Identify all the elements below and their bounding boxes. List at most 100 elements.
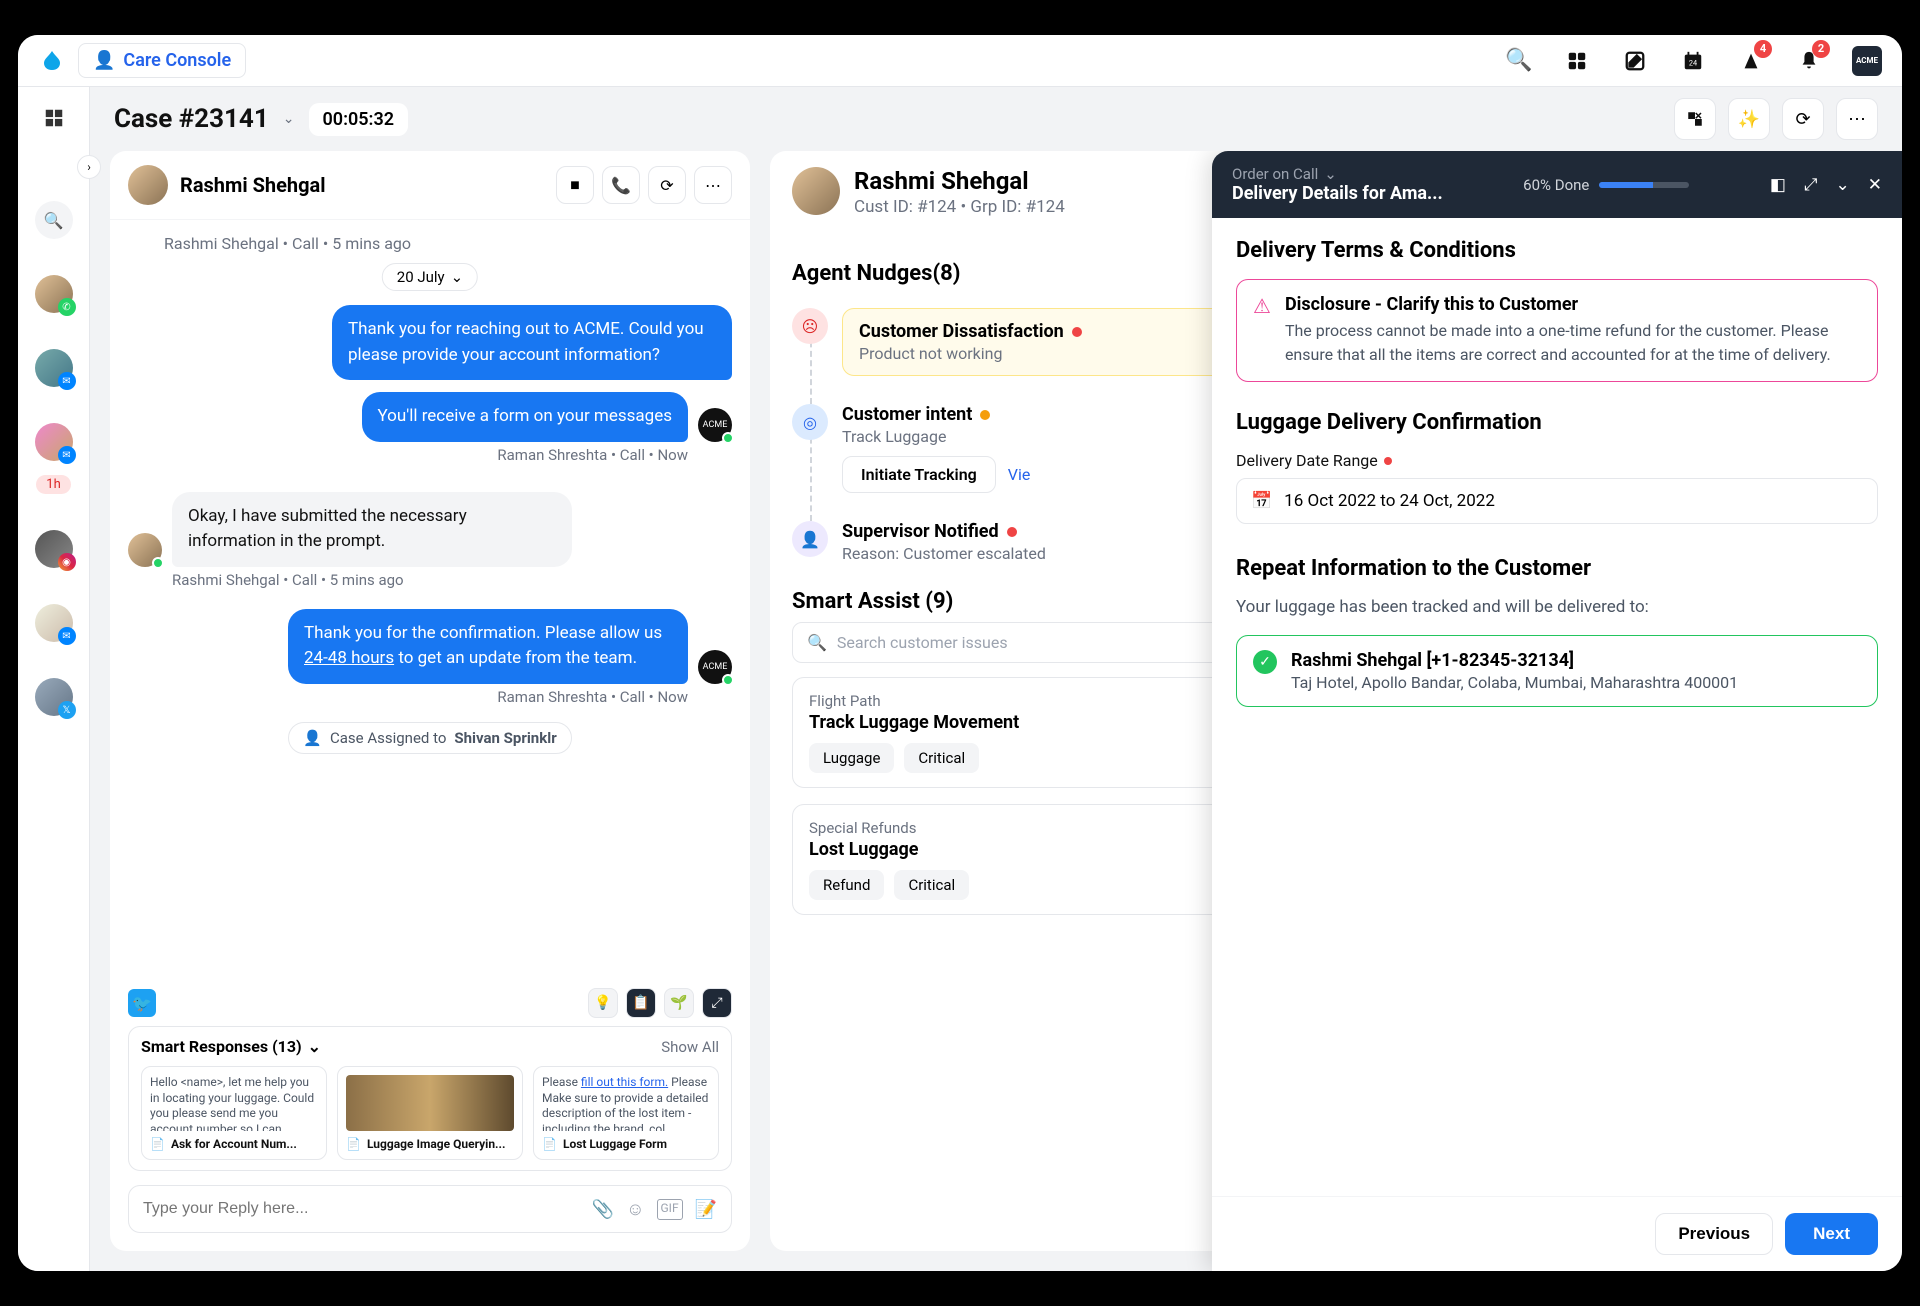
previous-button[interactable]: Previous bbox=[1655, 1213, 1773, 1255]
intent-icon: ◎ bbox=[792, 404, 828, 440]
sidebar-toggle-icon[interactable]: ◧ bbox=[1770, 175, 1786, 195]
chat-contact-5[interactable]: ✉ bbox=[35, 604, 73, 642]
search-icon: 🔍 bbox=[807, 633, 827, 652]
field-label: Delivery Date Range bbox=[1236, 451, 1378, 470]
search-icon[interactable]: 🔍 bbox=[1504, 46, 1534, 76]
customer-avatar bbox=[792, 167, 840, 215]
reply-input[interactable] bbox=[143, 1200, 592, 1218]
customer-name: Rashmi Shehgal bbox=[180, 173, 326, 197]
case-header: Case #23141 ⌄ 00:05:32 ✨ ⟳ ⋯ bbox=[90, 87, 1902, 151]
progress-label: 60% Done bbox=[1523, 176, 1589, 194]
topbar: 👤 Care Console 🔍 24 4 2 ACME bbox=[18, 35, 1902, 87]
refresh-chat-icon[interactable]: ⟳ bbox=[648, 166, 686, 204]
reply-box[interactable]: 📎 ☺ GIF 📝 bbox=[128, 1185, 732, 1233]
delivery-side-panel: Order on Call⌄ Delivery Details for Ama.… bbox=[1212, 151, 1902, 1271]
chat-contact-2[interactable]: ✉ bbox=[35, 349, 73, 387]
chat-meta-line: Rashmi Shehgal • Call • 5 mins ago bbox=[164, 234, 732, 253]
collapse-icon[interactable]: ⌄ bbox=[1835, 175, 1849, 195]
voice-call-icon[interactable]: 📞 bbox=[602, 166, 640, 204]
time-badge: 1h bbox=[36, 475, 70, 494]
disclosure-box: ⚠ Disclosure - Clarify this to Customer … bbox=[1236, 279, 1878, 382]
grid-icon[interactable] bbox=[39, 103, 69, 133]
expand-icon[interactable]: ⤢ bbox=[1804, 175, 1818, 195]
alerts-icon[interactable]: 4 bbox=[1736, 46, 1766, 76]
chat-date-pill[interactable]: 20 July⌄ bbox=[382, 263, 478, 291]
lightbulb-icon[interactable]: 💡 bbox=[588, 988, 618, 1018]
case-title: Case #23141 bbox=[114, 104, 269, 134]
initiate-tracking-button[interactable]: Initiate Tracking bbox=[842, 456, 996, 493]
tag: Luggage bbox=[809, 743, 894, 773]
date-range-field[interactable]: 📅 16 Oct 2022 to 24 Oct, 2022 bbox=[1236, 478, 1878, 524]
show-all-link[interactable]: Show All bbox=[661, 1038, 719, 1056]
more-chat-icon[interactable]: ⋯ bbox=[694, 166, 732, 204]
chat-contact-1[interactable]: ✆ bbox=[35, 275, 73, 313]
more-icon[interactable]: ⋯ bbox=[1836, 98, 1878, 140]
whatsapp-channel-icon: ✆ bbox=[58, 298, 76, 316]
smart-responses-box: Smart Responses (13) ⌄ Show All Hello <n… bbox=[128, 1026, 732, 1171]
required-indicator bbox=[1384, 457, 1392, 465]
attach-icon[interactable]: 📎 bbox=[592, 1199, 614, 1220]
tag: Critical bbox=[904, 743, 979, 773]
twitter-channel-badge[interactable]: 🐦 bbox=[128, 989, 156, 1017]
dissatisfaction-icon: ☹ bbox=[792, 308, 828, 344]
close-icon[interactable]: ✕ bbox=[1868, 175, 1882, 195]
customer-msg-avatar bbox=[128, 533, 162, 567]
tag: Critical bbox=[894, 870, 969, 900]
doc-icon: 📄 bbox=[346, 1137, 361, 1151]
chat-contact-3[interactable]: ✉ bbox=[35, 423, 73, 461]
app-logo-icon bbox=[38, 47, 66, 75]
plant-icon[interactable]: 🌱 bbox=[664, 988, 694, 1018]
calendar-icon[interactable]: 24 bbox=[1678, 46, 1708, 76]
calendar-icon: 📅 bbox=[1251, 491, 1272, 511]
magic-icon[interactable]: ✨ bbox=[1728, 98, 1770, 140]
disclosure-text: The process cannot be made into a one-ti… bbox=[1285, 319, 1861, 367]
customer-ids: Cust ID: #124 • Grp ID: #124 bbox=[854, 197, 1065, 217]
customer-name-large: Rashmi Shehgal bbox=[854, 167, 1065, 195]
chevron-down-icon: ⌄ bbox=[451, 268, 464, 286]
left-sidebar: › 🔍 ✆ ✉ ✉ 1h ◉ ✉ 𝕏 bbox=[18, 87, 90, 1271]
brand-avatar[interactable]: ACME bbox=[1852, 46, 1882, 76]
compose-icon[interactable] bbox=[1620, 46, 1650, 76]
chevron-down-icon[interactable]: ⌄ bbox=[308, 1037, 321, 1056]
expand-icon[interactable]: ⤢ bbox=[702, 988, 732, 1018]
smart-response-card[interactable]: Please fill out this form. Please Make s… bbox=[533, 1066, 719, 1160]
customer-message: Okay, I have submitted the necessary inf… bbox=[172, 492, 572, 567]
message-meta: Raman Shreshta • Call • Now bbox=[128, 688, 688, 706]
refresh-icon[interactable]: ⟳ bbox=[1782, 98, 1824, 140]
swap-icon[interactable] bbox=[1674, 98, 1716, 140]
messenger-channel-icon: ✉ bbox=[58, 372, 76, 390]
case-dropdown-chevron-icon[interactable]: ⌄ bbox=[283, 111, 295, 127]
smart-response-card[interactable]: 📄Luggage Image Queryin... bbox=[337, 1066, 523, 1160]
notifications-icon[interactable]: 2 bbox=[1794, 46, 1824, 76]
smart-response-card[interactable]: Hello <name>, let me help you in locatin… bbox=[141, 1066, 327, 1160]
tag: Refund bbox=[809, 870, 884, 900]
delivery-confirmation-box: ✓ Rashmi Shehgal [+1-82345-32134] Taj Ho… bbox=[1236, 635, 1878, 707]
section-heading: Delivery Terms & Conditions bbox=[1236, 238, 1878, 263]
person-icon: 👤 bbox=[303, 729, 322, 747]
case-timer: 00:05:32 bbox=[309, 103, 409, 136]
next-button[interactable]: Next bbox=[1785, 1213, 1878, 1255]
emoji-icon[interactable]: ☺ bbox=[626, 1199, 644, 1220]
disclosure-title: Disclosure - Clarify this to Customer bbox=[1285, 294, 1861, 315]
message-meta: Rashmi Shehgal • Call • 5 mins ago bbox=[172, 571, 732, 589]
chat-contact-6[interactable]: 𝕏 bbox=[35, 678, 73, 716]
template-icon[interactable]: 📝 bbox=[695, 1199, 717, 1220]
gif-icon[interactable]: GIF bbox=[657, 1199, 683, 1220]
customer-avatar bbox=[128, 165, 168, 205]
message-meta: Raman Shreshta • Call • Now bbox=[128, 446, 688, 464]
agent-message: Thank you for reaching out to ACME. Coul… bbox=[332, 305, 732, 380]
chat-contact-4[interactable]: ◉ bbox=[35, 530, 73, 568]
instagram-channel-icon: ◉ bbox=[58, 553, 76, 571]
section-heading: Luggage Delivery Confirmation bbox=[1236, 410, 1878, 435]
progress-bar bbox=[1599, 182, 1689, 188]
messenger-channel-icon: ✉ bbox=[58, 627, 76, 645]
sidebar-search-button[interactable]: 🔍 bbox=[35, 201, 73, 239]
care-console-label: Care Console bbox=[123, 50, 231, 71]
care-console-button[interactable]: 👤 Care Console bbox=[78, 43, 246, 78]
apps-icon[interactable] bbox=[1562, 46, 1592, 76]
video-call-icon[interactable]: ■ bbox=[556, 166, 594, 204]
agent-message: You'll receive a form on your messages bbox=[362, 392, 689, 442]
view-link[interactable]: Vie bbox=[1008, 465, 1031, 484]
panel-breadcrumb[interactable]: Order on Call⌄ bbox=[1232, 165, 1443, 183]
notes-icon[interactable]: 📋 bbox=[626, 988, 656, 1018]
